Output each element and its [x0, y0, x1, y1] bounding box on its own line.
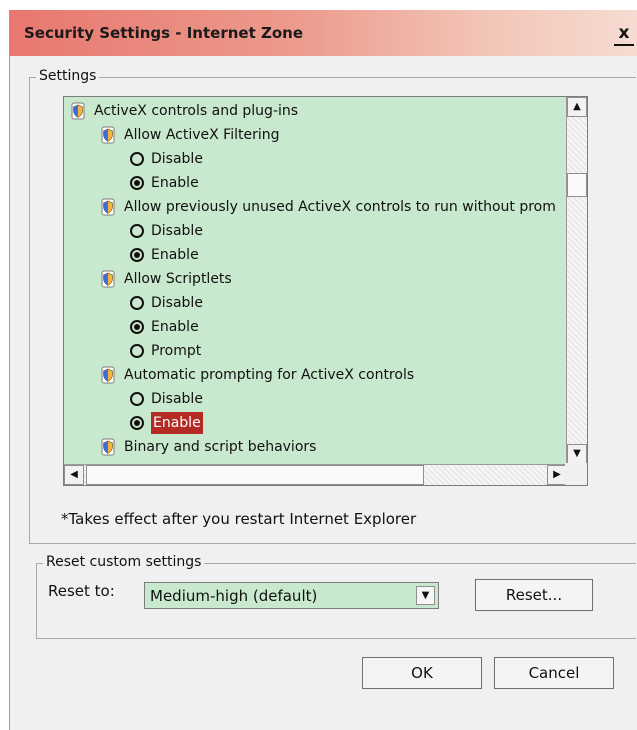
settings-list[interactable]: ActiveX controls and plug-ins Allow Activ…: [63, 96, 588, 486]
setting-label: Allow previously unused ActiveX controls…: [124, 199, 556, 215]
setting-icon: [100, 366, 116, 384]
radio-unchecked-icon[interactable]: [130, 344, 144, 358]
settings-group-legend: Settings: [36, 68, 100, 84]
setting-icon: [100, 438, 116, 456]
setting-label: Allow ActiveX Filtering: [124, 127, 280, 143]
radio-option-label[interactable]: Disable: [151, 220, 203, 242]
horizontal-scroll-thumb[interactable]: [86, 465, 424, 485]
radio-unchecked-icon[interactable]: [130, 392, 144, 406]
vertical-scrollbar[interactable]: ▲ ▼: [566, 97, 587, 464]
radio-unchecked-icon[interactable]: [130, 296, 144, 310]
restart-note: *Takes effect after you restart Internet…: [61, 510, 417, 528]
scroll-left-arrow-icon[interactable]: ◀: [64, 465, 84, 485]
radio-checked-icon[interactable]: [130, 320, 144, 334]
cancel-button[interactable]: Cancel: [494, 657, 614, 689]
horizontal-scrollbar[interactable]: ◀ ▶: [64, 464, 567, 485]
reset-to-label: Reset to:: [48, 582, 115, 600]
reset-button[interactable]: Reset...: [475, 579, 593, 611]
ok-button[interactable]: OK: [362, 657, 482, 689]
radio-option-label[interactable]: Disable: [151, 148, 203, 170]
setting-label: Automatic prompting for ActiveX controls: [124, 367, 415, 383]
reset-level-value: Medium-high (default): [150, 587, 318, 605]
setting-icon: [100, 198, 116, 216]
reset-level-dropdown[interactable]: Medium-high (default) ▼: [144, 582, 439, 609]
radio-option-label[interactable]: Enable: [151, 412, 203, 434]
radio-checked-icon[interactable]: [130, 416, 144, 430]
scroll-right-arrow-icon[interactable]: ▶: [547, 465, 567, 485]
setting-icon: [100, 270, 116, 288]
scroll-corner: [565, 463, 587, 485]
radio-checked-icon[interactable]: [130, 176, 144, 190]
dropdown-arrow-icon[interactable]: ▼: [416, 586, 435, 605]
reset-group-legend: Reset custom settings: [43, 554, 205, 570]
setting-label: Binary and script behaviors: [124, 439, 317, 455]
radio-option-label[interactable]: Disable: [151, 388, 203, 410]
close-button[interactable]: x: [614, 24, 634, 46]
dialog-title: Security Settings - Internet Zone: [24, 24, 304, 42]
settings-category-icon: [70, 102, 86, 120]
radio-option-label[interactable]: Enable: [151, 244, 199, 266]
setting-icon: [100, 126, 116, 144]
radio-checked-icon[interactable]: [130, 248, 144, 262]
scroll-down-arrow-icon[interactable]: ▼: [567, 444, 587, 464]
radio-option-label[interactable]: Prompt: [151, 340, 201, 362]
radio-option-label[interactable]: Enable: [151, 316, 199, 338]
setting-label: Allow Scriptlets: [124, 271, 232, 287]
vertical-scroll-thumb[interactable]: [567, 173, 587, 197]
radio-unchecked-icon[interactable]: [130, 152, 144, 166]
title-bar[interactable]: Security Settings - Internet Zone x: [10, 10, 637, 56]
radio-option-label[interactable]: Enable: [151, 172, 199, 194]
scroll-up-arrow-icon[interactable]: ▲: [567, 97, 587, 117]
radio-option-label[interactable]: Disable: [151, 292, 203, 314]
category-label: ActiveX controls and plug-ins: [94, 103, 299, 119]
radio-unchecked-icon[interactable]: [130, 224, 144, 238]
